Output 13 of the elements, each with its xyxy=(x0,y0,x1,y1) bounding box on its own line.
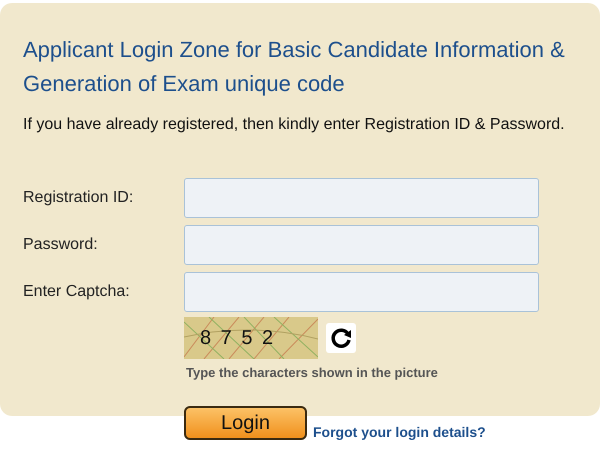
input-field[interactable] xyxy=(184,224,539,264)
field-label: Password: xyxy=(23,236,99,254)
panel-title: Applicant Login Zone for Basic Candidate Information & Generation of Exam unique code xyxy=(23,36,566,98)
input-field[interactable] xyxy=(184,272,539,312)
captcha-hint: Type the characters shown in the picture xyxy=(186,365,439,380)
captcha-image: 8 7 5 2 xyxy=(184,317,318,359)
refresh-icon[interactable] xyxy=(326,323,356,353)
instruction-text: If you have already registered, then kindly enter Registration ID & Password. xyxy=(23,115,566,135)
input-field[interactable] xyxy=(184,178,539,218)
field-label: Enter Captcha: xyxy=(23,282,131,300)
login-button[interactable]: Login xyxy=(184,406,307,440)
field-label: Registration ID: xyxy=(23,188,134,206)
forgot-link[interactable]: Forgot your login details? xyxy=(313,424,486,440)
